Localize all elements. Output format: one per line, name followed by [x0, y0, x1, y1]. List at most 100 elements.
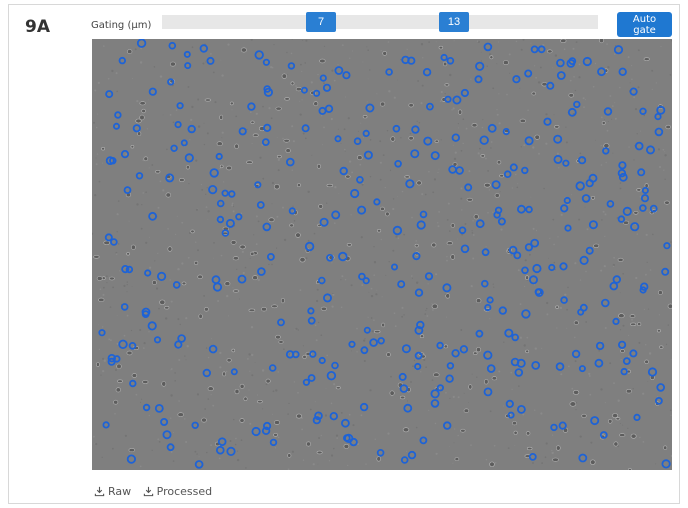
- gated-cell-marker: [414, 288, 424, 297]
- texture-speck: [356, 327, 358, 330]
- texture-speck: [106, 275, 108, 277]
- texture-speck: [614, 53, 616, 55]
- gated-cell-marker: [416, 220, 426, 230]
- texture-speck: [604, 327, 607, 329]
- texture-speck: [146, 128, 148, 130]
- processed-download-link[interactable]: Processed: [143, 485, 212, 498]
- gated-cell-marker: [612, 275, 621, 284]
- gated-cell-marker: [405, 179, 415, 189]
- gated-cell-marker: [356, 176, 364, 184]
- texture-speck: [591, 171, 593, 173]
- unmarked-cell: [101, 146, 106, 151]
- unmarked-cell: [161, 381, 167, 387]
- texture-speck: [259, 156, 262, 159]
- unmarked-cell: [250, 251, 255, 256]
- texture-speck: [463, 392, 465, 394]
- unmarked-cell: [590, 196, 595, 200]
- texture-speck: [470, 78, 472, 80]
- texture-speck: [94, 89, 97, 92]
- texture-speck: [347, 117, 350, 120]
- unmarked-cell: [193, 260, 199, 265]
- gated-cell-marker: [516, 204, 526, 214]
- gated-cell-marker: [199, 44, 208, 53]
- texture-speck: [472, 220, 474, 222]
- texture-speck: [632, 91, 634, 93]
- gated-cell-marker: [649, 204, 658, 213]
- unmarked-cell: [468, 384, 473, 390]
- texture-speck: [221, 137, 223, 139]
- gating-slider[interactable]: 7 13: [162, 12, 598, 32]
- unmarked-cell: [636, 188, 642, 192]
- texture-speck: [510, 371, 512, 374]
- texture-speck: [210, 338, 212, 340]
- texture-speck: [670, 454, 672, 457]
- texture-speck: [116, 231, 118, 233]
- gated-cell-marker: [217, 437, 227, 447]
- texture-speck: [433, 178, 437, 181]
- texture-speck: [502, 405, 504, 407]
- texture-speck: [330, 117, 333, 121]
- texture-speck: [115, 253, 118, 255]
- gated-cell-marker: [486, 364, 496, 373]
- gated-cell-marker: [362, 129, 370, 138]
- gated-cell-marker: [254, 50, 264, 60]
- unmarked-cell: [357, 155, 363, 161]
- texture-speck: [603, 265, 606, 268]
- texture-speck: [271, 413, 273, 415]
- gated-cell-marker: [444, 95, 452, 103]
- gated-cell-marker: [154, 403, 164, 413]
- unmarked-cell: [377, 229, 382, 233]
- texture-speck: [195, 241, 197, 243]
- texture-speck: [452, 462, 454, 464]
- texture-speck: [131, 286, 133, 287]
- texture-speck: [411, 277, 413, 279]
- texture-speck: [302, 459, 305, 461]
- texture-speck: [344, 150, 346, 152]
- texture-speck: [282, 137, 284, 140]
- texture-speck: [438, 168, 440, 170]
- texture-speck: [554, 54, 558, 57]
- texture-speck: [667, 463, 669, 465]
- texture-speck: [500, 228, 503, 231]
- texture-speck: [158, 441, 161, 443]
- gated-cell-marker: [339, 166, 348, 176]
- unmarked-cell: [250, 120, 255, 125]
- texture-speck: [670, 414, 672, 416]
- gated-cell-marker: [268, 364, 277, 372]
- texture-speck: [440, 90, 443, 94]
- raw-download-link[interactable]: Raw: [94, 485, 131, 498]
- texture-speck: [524, 259, 527, 262]
- texture-speck: [97, 81, 100, 84]
- texture-speck: [340, 142, 342, 144]
- texture-speck: [148, 167, 150, 169]
- unmarked-cell: [326, 183, 334, 188]
- texture-speck: [159, 75, 163, 78]
- texture-speck: [609, 362, 612, 365]
- gated-cell-marker: [176, 102, 184, 110]
- auto-gate-button[interactable]: Auto gate: [617, 12, 672, 37]
- texture-speck: [162, 189, 165, 192]
- unmarked-cell: [664, 200, 670, 205]
- gated-cell-marker: [581, 194, 591, 203]
- texture-speck: [235, 437, 237, 440]
- texture-speck: [321, 115, 323, 117]
- gated-cell-marker: [503, 170, 512, 179]
- unmarked-cell: [273, 433, 278, 437]
- texture-speck: [293, 220, 296, 222]
- texture-speck: [476, 40, 479, 42]
- texture-speck: [460, 329, 463, 331]
- texture-speck: [344, 279, 347, 281]
- texture-speck: [595, 139, 596, 141]
- gated-cell-marker: [256, 201, 265, 209]
- max-handle[interactable]: 13: [439, 12, 469, 32]
- texture-speck: [387, 432, 390, 435]
- gated-cell-marker: [525, 205, 533, 214]
- min-handle[interactable]: 7: [306, 12, 336, 32]
- texture-speck: [532, 227, 535, 230]
- texture-speck: [532, 146, 535, 149]
- gated-cell-marker: [363, 150, 373, 160]
- texture-speck: [465, 127, 468, 130]
- texture-speck: [507, 447, 510, 449]
- texture-speck: [149, 236, 151, 238]
- gated-cell-marker: [287, 62, 296, 70]
